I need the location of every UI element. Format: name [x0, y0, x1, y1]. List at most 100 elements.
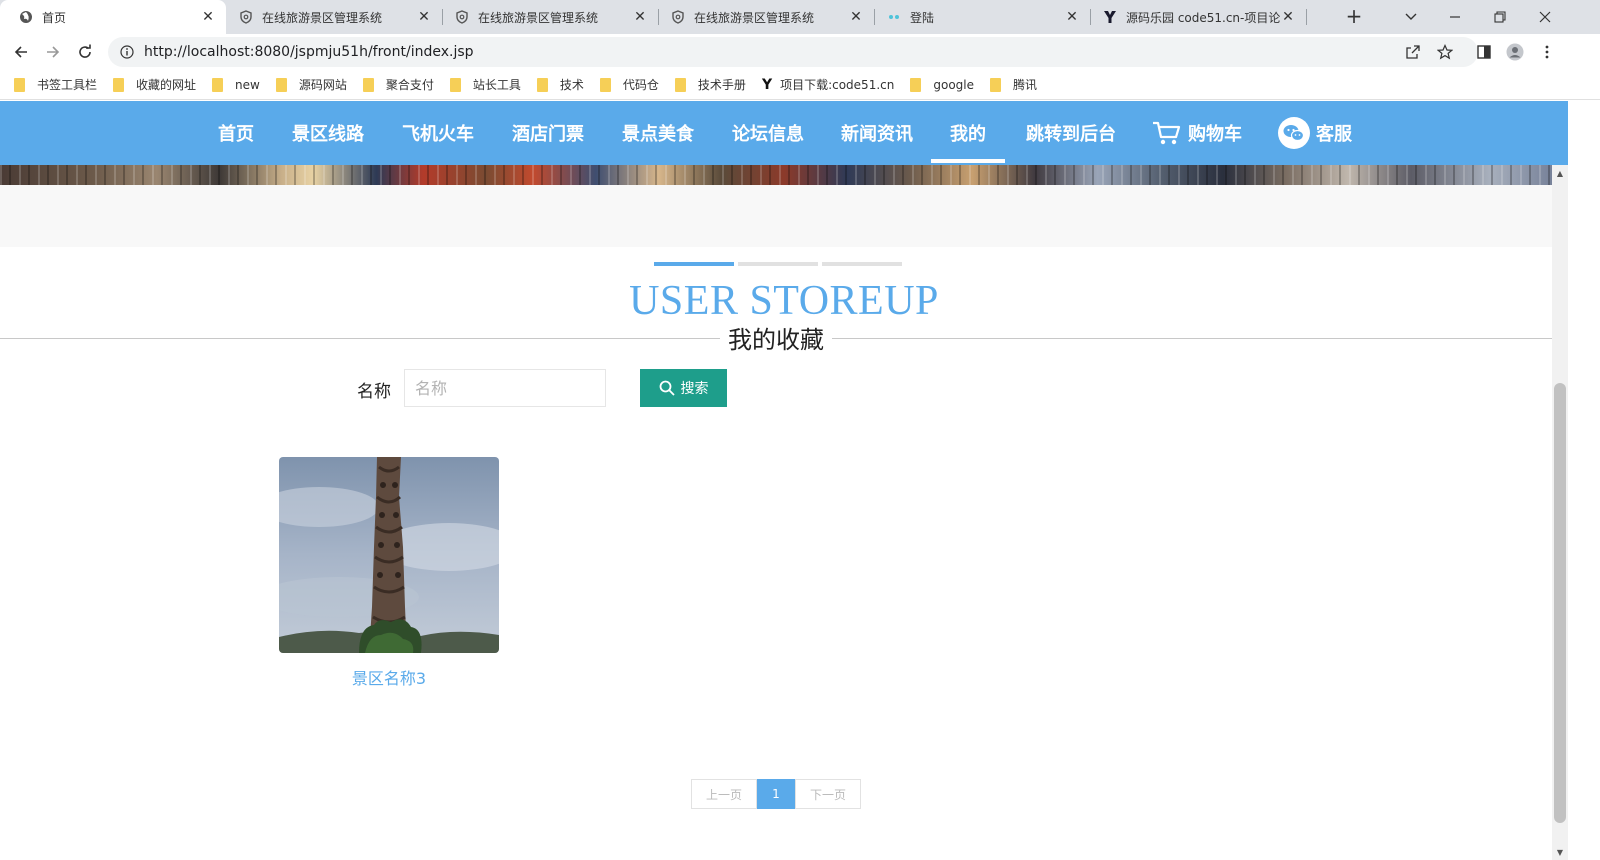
- nav-item-admin[interactable]: 跳转到后台: [1026, 101, 1116, 165]
- bookmark-item[interactable]: 源码网站: [275, 76, 347, 93]
- scroll-up-icon[interactable]: ▲: [1552, 165, 1568, 181]
- tab-title: 首页: [42, 10, 67, 25]
- nav-item-home[interactable]: 首页: [218, 101, 254, 165]
- tab-search-button[interactable]: [1388, 0, 1433, 34]
- bookmark-item[interactable]: 腾讯: [990, 76, 1037, 93]
- bookmark-item[interactable]: 聚合支付: [362, 76, 434, 93]
- browser-tab[interactable]: 在线旅游景区管理系统 ✕: [436, 0, 658, 34]
- arrow-right-icon: [47, 46, 60, 58]
- side-panel-icon[interactable]: [1474, 42, 1494, 62]
- close-icon[interactable]: ✕: [848, 9, 864, 25]
- browser-tab[interactable]: 在线旅游景区管理系统 ✕: [220, 0, 442, 34]
- close-icon: [1539, 11, 1550, 23]
- arrow-left-icon: [14, 46, 27, 58]
- current-page-button[interactable]: 1: [757, 779, 795, 809]
- search-button[interactable]: 搜索: [640, 369, 727, 407]
- nav-item-news[interactable]: 新闻资讯: [841, 101, 913, 165]
- nav-item-service[interactable]: 客服: [1278, 101, 1352, 165]
- search-label: 名称: [357, 382, 391, 402]
- bookmark-item[interactable]: 代码仓: [599, 76, 659, 93]
- chevron-down-icon: [1405, 13, 1416, 20]
- favorite-card[interactable]: 景区名称3: [279, 457, 499, 689]
- next-page-button[interactable]: 下一页: [795, 779, 861, 809]
- scroll-thumb[interactable]: [1554, 383, 1566, 823]
- nav-item-cart[interactable]: 购物车: [1152, 101, 1242, 165]
- scenic-spot-name[interactable]: 景区名称3: [279, 665, 499, 689]
- kebab-menu-icon[interactable]: [1537, 42, 1557, 62]
- cart-icon: [1152, 120, 1182, 146]
- main-nav: 首页 景区线路 飞机火车 酒店门票 景点美食 论坛信息 新闻资讯 我的 跳转到后…: [0, 101, 1568, 165]
- bookmark-item[interactable]: 收藏的网址: [113, 76, 196, 93]
- back-button[interactable]: [9, 40, 33, 64]
- pagination: 上一页 1 下一页: [691, 779, 861, 809]
- nav-item-mine[interactable]: 我的: [931, 101, 1005, 165]
- folder-icon: [599, 77, 611, 92]
- bookmark-item[interactable]: google: [910, 77, 974, 92]
- forward-button[interactable]: [41, 40, 65, 64]
- carousel-indicator[interactable]: [822, 262, 902, 266]
- browser-tab[interactable]: 源码乐园 code51.cn-项目论 ✕: [1084, 0, 1306, 34]
- close-icon[interactable]: ✕: [1280, 9, 1296, 25]
- folder-icon: [113, 77, 125, 92]
- tab-title: 在线旅游景区管理系统: [694, 10, 815, 25]
- folder-icon: [362, 77, 374, 92]
- bookmark-item[interactable]: 书签工具栏: [14, 76, 97, 93]
- banner-band: [0, 185, 1568, 247]
- nav-item-hotel-tickets[interactable]: 酒店门票: [512, 101, 584, 165]
- section-subtitle: 我的收藏: [720, 325, 832, 355]
- close-window-button[interactable]: [1522, 0, 1567, 34]
- browser-tab[interactable]: 首页 ✕: [0, 0, 226, 34]
- tab-separator: [1306, 9, 1307, 25]
- dots-icon: [886, 9, 902, 25]
- close-icon[interactable]: ✕: [1064, 9, 1080, 25]
- banner-image: [0, 165, 1568, 185]
- carousel-indicator[interactable]: [738, 262, 818, 266]
- browser-tab[interactable]: 在线旅游景区管理系统 ✕: [652, 0, 874, 34]
- scenic-spot-image[interactable]: [279, 457, 499, 653]
- nav-item-food[interactable]: 景点美食: [622, 101, 694, 165]
- tab-title: 在线旅游景区管理系统: [262, 10, 383, 25]
- globe-icon: [18, 9, 34, 25]
- tab-title: 在线旅游景区管理系统: [478, 10, 599, 25]
- new-tab-button[interactable]: +: [1340, 0, 1368, 34]
- nav-item-forum[interactable]: 论坛信息: [732, 101, 804, 165]
- restore-button[interactable]: [1477, 0, 1522, 34]
- page-scrollbar[interactable]: ▲ ▼: [1552, 165, 1568, 860]
- share-icon[interactable]: [1403, 42, 1423, 62]
- carousel-indicator[interactable]: [654, 262, 734, 266]
- star-icon[interactable]: [1435, 42, 1455, 62]
- scroll-down-icon[interactable]: ▼: [1552, 844, 1568, 860]
- tab-title: 源码乐园 code51.cn-项目论: [1126, 10, 1280, 25]
- reload-icon: [79, 44, 91, 58]
- nav-item-transport[interactable]: 飞机火车: [402, 101, 474, 165]
- bookmark-item[interactable]: 技术: [536, 76, 584, 93]
- search-icon: [659, 380, 675, 396]
- tab-title: 登陆: [910, 10, 935, 25]
- folder-icon: [449, 77, 461, 92]
- shield-icon: [670, 9, 686, 25]
- close-icon[interactable]: ✕: [632, 9, 648, 25]
- restore-icon: [1493, 11, 1506, 23]
- address-bar[interactable]: http://localhost:8080/jspmju51h/front/in…: [108, 37, 1478, 67]
- close-icon[interactable]: ✕: [200, 9, 216, 25]
- reload-button[interactable]: [73, 40, 97, 64]
- bookmarks-bar: 书签工具栏 收藏的网址 new 源码网站 聚合支付 站长工具 技术 代码仓 技术…: [0, 70, 1600, 100]
- bookmark-item[interactable]: Y 项目下载:code51.cn: [762, 76, 894, 93]
- profile-avatar-icon[interactable]: [1505, 42, 1525, 62]
- nav-item-routes[interactable]: 景区线路: [292, 101, 364, 165]
- shield-icon: [238, 9, 254, 25]
- bookmark-item[interactable]: new: [212, 77, 260, 92]
- wechat-icon: [1278, 117, 1310, 149]
- close-icon[interactable]: ✕: [416, 9, 432, 25]
- page-viewport: 首页 景区线路 飞机火车 酒店门票 景点美食 论坛信息 新闻资讯 我的 跳转到后…: [0, 101, 1600, 860]
- info-icon[interactable]: [120, 45, 134, 59]
- section-title: USER STOREUP: [629, 278, 939, 324]
- browser-tab[interactable]: 登陆 ✕: [868, 0, 1090, 34]
- search-input[interactable]: [404, 369, 606, 407]
- y-logo-icon: [1102, 9, 1118, 25]
- bookmark-item[interactable]: 技术手册: [674, 76, 746, 93]
- minimize-button[interactable]: [1432, 0, 1477, 34]
- prev-page-button[interactable]: 上一页: [691, 779, 757, 809]
- carousel-indicators: [654, 262, 904, 267]
- bookmark-item[interactable]: 站长工具: [449, 76, 521, 93]
